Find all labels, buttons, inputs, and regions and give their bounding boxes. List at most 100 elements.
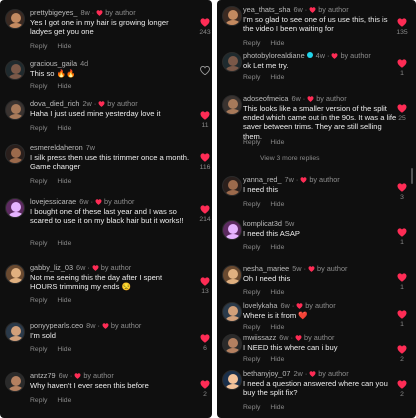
- username[interactable]: esmereldaheron: [30, 143, 83, 152]
- username[interactable]: komplicat3d: [243, 219, 282, 228]
- avatar[interactable]: [5, 9, 25, 29]
- hide-button[interactable]: Hide: [57, 240, 71, 247]
- hide-button[interactable]: Hide: [270, 139, 284, 146]
- avatar[interactable]: [222, 6, 242, 26]
- hide-button[interactable]: Hide: [270, 40, 284, 47]
- username[interactable]: photobylorealdiane: [243, 51, 305, 60]
- comment-text: I need this: [243, 185, 279, 194]
- like-button[interactable]: 2: [394, 345, 410, 364]
- like-button[interactable]: 116: [197, 153, 212, 172]
- hide-button[interactable]: Hide: [270, 324, 284, 331]
- reply-button[interactable]: Reply: [30, 178, 47, 185]
- like-count: 25: [398, 115, 406, 122]
- reply-button[interactable]: Reply: [30, 240, 47, 247]
- reply-button[interactable]: Reply: [30, 43, 47, 50]
- hide-button[interactable]: Hide: [270, 244, 284, 251]
- avatar[interactable]: [222, 220, 242, 240]
- like-button[interactable]: 3: [394, 183, 410, 202]
- reply-button[interactable]: Reply: [30, 125, 47, 132]
- like-count: 1: [400, 239, 404, 246]
- like-button[interactable]: 2: [197, 380, 212, 399]
- like-button[interactable]: 13: [197, 277, 212, 296]
- avatar[interactable]: [222, 370, 242, 390]
- username[interactable]: mwiissazz: [243, 333, 276, 342]
- avatar[interactable]: [222, 302, 242, 322]
- avatar[interactable]: [222, 176, 242, 196]
- username[interactable]: antzz79: [30, 371, 56, 380]
- reply-button[interactable]: Reply: [243, 244, 260, 251]
- reply-button[interactable]: Reply: [243, 139, 260, 146]
- separator-dot: ·: [303, 264, 307, 273]
- username[interactable]: ponyypearls.ceo: [30, 321, 83, 330]
- comment-meta: prettybigeyes_ 8w · by author: [30, 8, 136, 17]
- like-button[interactable]: 2: [394, 380, 410, 399]
- comment-actions: Reply Hide: [30, 240, 81, 247]
- like-button[interactable]: 25: [394, 104, 410, 123]
- username[interactable]: lovelykaha: [243, 301, 277, 310]
- reply-button[interactable]: Reply: [243, 324, 260, 331]
- reply-button[interactable]: Reply: [30, 297, 47, 304]
- like-count: 214: [199, 216, 211, 223]
- hide-button[interactable]: Hide: [270, 201, 284, 208]
- like-button[interactable]: 1: [394, 59, 410, 78]
- reply-button[interactable]: Reply: [243, 404, 260, 411]
- reply-button[interactable]: Reply: [243, 40, 260, 47]
- avatar[interactable]: [5, 372, 25, 392]
- avatar[interactable]: [5, 264, 25, 284]
- view-more-replies-link[interactable]: View 3 more replies: [260, 155, 320, 162]
- hide-button[interactable]: Hide: [57, 297, 71, 304]
- username[interactable]: bethanyjoy_07: [243, 369, 290, 378]
- avatar[interactable]: [5, 198, 25, 218]
- like-button[interactable]: 1: [394, 310, 410, 329]
- reply-button[interactable]: Reply: [243, 201, 260, 208]
- hide-button[interactable]: Hide: [57, 43, 71, 50]
- reply-button[interactable]: Reply: [243, 289, 260, 296]
- avatar[interactable]: [5, 60, 25, 80]
- liked-by-author-label: by author: [309, 175, 340, 184]
- hide-button[interactable]: Hide: [57, 178, 71, 185]
- like-button[interactable]: 1: [394, 273, 410, 292]
- username[interactable]: dova_died_rich: [30, 99, 80, 108]
- like-button[interactable]: 135: [394, 18, 410, 37]
- like-button[interactable]: [197, 66, 212, 77]
- avatar[interactable]: [222, 334, 242, 354]
- like-button[interactable]: 214: [197, 205, 212, 224]
- avatar[interactable]: [5, 144, 25, 164]
- hide-button[interactable]: Hide: [270, 289, 284, 296]
- like-button[interactable]: 6: [197, 334, 212, 353]
- like-count: 1: [400, 284, 404, 291]
- timestamp: 6w: [79, 197, 89, 206]
- reply-button[interactable]: Reply: [243, 74, 260, 81]
- avatar[interactable]: [222, 265, 242, 285]
- reply-button[interactable]: Reply: [30, 83, 47, 90]
- username[interactable]: yea_thats_sha: [243, 5, 290, 14]
- username[interactable]: yanna_red_: [243, 175, 282, 184]
- hide-button[interactable]: Hide: [270, 74, 284, 81]
- avatar[interactable]: [5, 100, 25, 120]
- username[interactable]: gabby_liz_03: [30, 263, 73, 272]
- hide-button[interactable]: Hide: [57, 397, 71, 404]
- hide-button[interactable]: Hide: [270, 404, 284, 411]
- like-button[interactable]: 11: [197, 111, 212, 130]
- hide-button[interactable]: Hide: [57, 83, 71, 90]
- hide-button[interactable]: Hide: [270, 356, 284, 363]
- liked-by-author-label: by author: [305, 301, 336, 310]
- username[interactable]: prettybigeyes_: [30, 8, 77, 17]
- reply-button[interactable]: Reply: [30, 346, 47, 353]
- like-button[interactable]: 1: [394, 228, 410, 247]
- username[interactable]: lovejessicarae: [30, 197, 76, 206]
- username[interactable]: gracious_gaila: [30, 59, 77, 68]
- like-button[interactable]: 243: [197, 18, 212, 37]
- username[interactable]: nesha_mariee: [243, 264, 289, 273]
- like-count: 1: [400, 70, 404, 77]
- hide-button[interactable]: Hide: [57, 346, 71, 353]
- hide-button[interactable]: Hide: [57, 125, 71, 132]
- avatar[interactable]: [222, 95, 242, 115]
- reply-button[interactable]: Reply: [243, 356, 260, 363]
- avatar[interactable]: [222, 52, 242, 72]
- username[interactable]: adoseofmeica: [243, 94, 288, 103]
- timestamp: 7w: [85, 143, 96, 152]
- avatar[interactable]: [5, 322, 25, 342]
- separator-dot: ·: [295, 175, 299, 184]
- reply-button[interactable]: Reply: [30, 397, 47, 404]
